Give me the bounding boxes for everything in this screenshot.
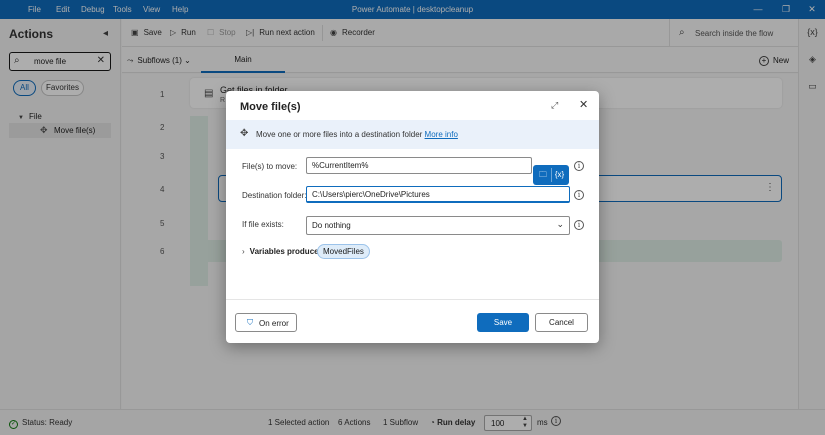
on-error-label: On error (259, 319, 289, 328)
picker-buttons: 🗀 {x} (533, 165, 569, 185)
save-button[interactable]: Save (477, 313, 529, 332)
dialog-info-band: ✥ Move one or more files into a destinat… (226, 120, 599, 149)
files-to-move-value: %CurrentItem% (312, 161, 369, 170)
destination-folder-field[interactable]: C:\Users\pierc\OneDrive\Pictures (306, 186, 570, 203)
variable-picker-icon[interactable]: {x} (551, 168, 567, 182)
destination-folder-label: Destination folder: (242, 191, 307, 200)
if-file-exists-select[interactable]: Do nothing ⌄ (306, 216, 570, 235)
expand-icon[interactable]: ⤢ (551, 100, 558, 111)
more-info-link[interactable]: More info (425, 130, 458, 139)
info-icon[interactable]: i (574, 190, 584, 200)
chevron-right-icon: › (242, 247, 245, 256)
variables-produced-toggle[interactable]: › Variables produced (242, 247, 323, 256)
files-to-move-label: File(s) to move: (242, 162, 298, 171)
cancel-button[interactable]: Cancel (535, 313, 588, 332)
dialog-title: Move file(s) (240, 101, 301, 113)
variable-chip[interactable]: MovedFiles (317, 244, 370, 259)
info-icon[interactable]: i (574, 220, 584, 230)
shield-icon: ⛉ (247, 318, 253, 327)
move-files-dialog: Move file(s) ⤢ ✕ ✥ Move one or more file… (226, 91, 599, 343)
variables-produced-label: Variables produced (249, 247, 324, 256)
close-icon[interactable]: ✕ (579, 98, 588, 111)
files-to-move-field[interactable]: %CurrentItem% (306, 157, 532, 174)
if-file-exists-label: If file exists: (242, 220, 284, 229)
on-error-button[interactable]: ⛉ On error (235, 313, 297, 332)
info-icon[interactable]: i (574, 161, 584, 171)
if-file-exists-value: Do nothing (312, 221, 351, 230)
folder-picker-icon[interactable]: 🗀 (535, 168, 551, 182)
dialog-separator (226, 299, 599, 300)
description-text: Move one or more files into a destinatio… (256, 130, 423, 139)
destination-folder-value: C:\Users\pierc\OneDrive\Pictures (312, 190, 430, 199)
move-icon: ✥ (240, 128, 249, 139)
dialog-description: Move one or more files into a destinatio… (256, 130, 458, 139)
chevron-down-icon: ⌄ (556, 219, 564, 229)
